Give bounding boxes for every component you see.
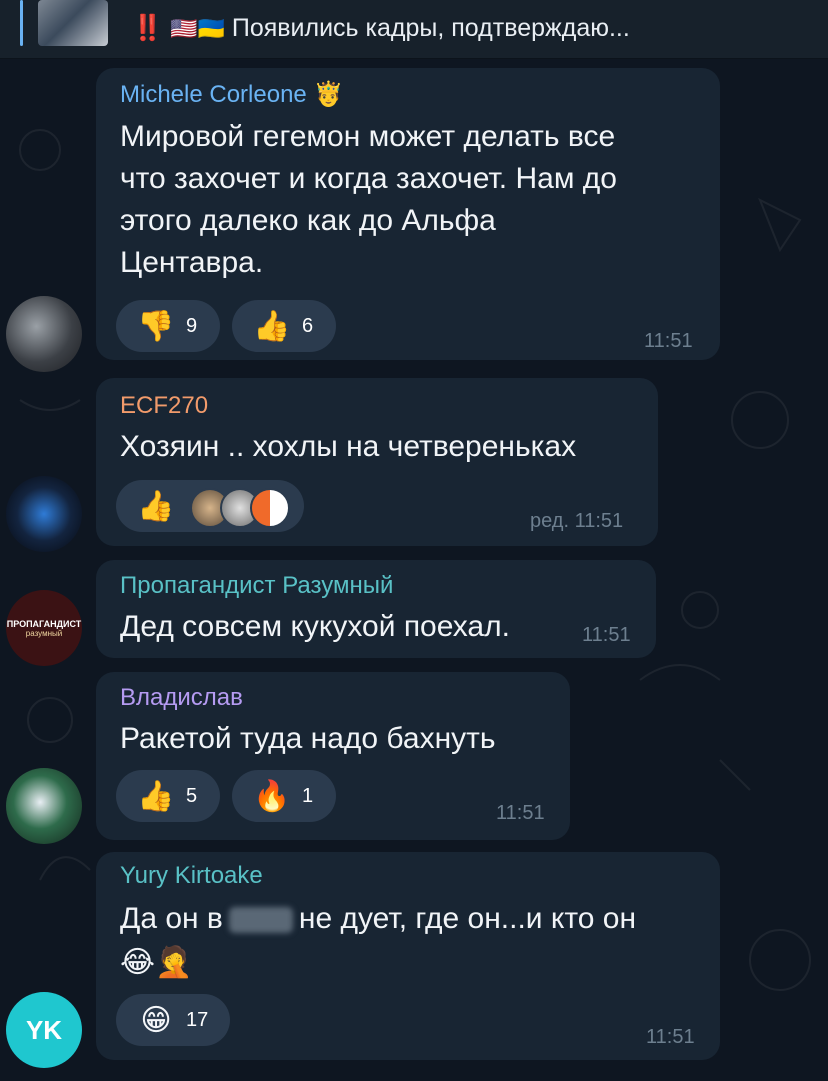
message-text: Хозяин .. хохлы на четвереньках <box>120 430 577 463</box>
reaction-count: 9 <box>186 314 198 337</box>
avatar[interactable] <box>6 476 82 552</box>
avatar[interactable]: YK <box>6 992 82 1068</box>
thumbs-up-icon: 👍 <box>137 489 175 523</box>
reaction-fire[interactable]: 🔥 1 <box>232 770 336 822</box>
message-text: Мировой гегемон может делать все что зах… <box>120 120 617 279</box>
prince-icon: 🤴 <box>313 81 344 108</box>
message-bubble[interactable]: Michele Corleone 🤴 Мировой гегемон может… <box>96 68 720 360</box>
message-bubble[interactable]: Пропагандист Разумный Дед совсем кукухой… <box>96 560 656 658</box>
reaction-thumbs-up[interactable]: 👍 <box>116 480 304 532</box>
message-time: ред. 11:51 <box>530 510 624 532</box>
double-exclamation-icon: ‼️ <box>132 14 164 42</box>
pinned-text: Появились кадры, подтверждаю... <box>231 14 630 42</box>
avatar-title: ПРОПАГАНДИСТ <box>6 618 82 629</box>
message-author[interactable]: Пропагандист Разумный <box>120 572 393 600</box>
message-time: 11:51 <box>646 1026 695 1048</box>
message-text: Ракетой туда надо бахнуть <box>120 722 496 755</box>
message-emoji: 😂🤦 <box>120 946 193 979</box>
message-time: 11:51 <box>496 802 545 824</box>
avatar[interactable] <box>6 768 82 844</box>
reaction-grin[interactable]: 😁 17 <box>116 994 230 1046</box>
message-author[interactable]: Владислав <box>120 684 243 712</box>
message-time: 11:51 <box>644 330 693 352</box>
reaction-thumbs-up[interactable]: 👍 6 <box>232 300 336 352</box>
reaction-count: 1 <box>302 784 314 807</box>
pinned-indicator <box>20 0 23 46</box>
grinning-face-icon: 😁 <box>140 1003 172 1037</box>
fire-icon: 🔥 <box>253 779 291 813</box>
avatar[interactable]: ПРОПАГАНДИСТ разумный <box>6 590 82 666</box>
reaction-count: 5 <box>186 784 198 807</box>
reaction-count: 17 <box>186 1008 209 1031</box>
reactor-avatar <box>250 488 290 528</box>
message-author[interactable]: Michele Corleone 🤴 <box>120 80 343 109</box>
message-time: 11:51 <box>582 624 631 646</box>
pinned-message-text: ‼️ 🇺🇸🇺🇦 Появились кадры, подтверждаю... <box>132 14 630 43</box>
message-text: Дед совсем кукухой поехал. <box>120 610 510 643</box>
message-bubble[interactable]: Yury Kirtoake Да он в не дует, где он...и… <box>96 852 720 1060</box>
message-bubble[interactable]: ECF270 Хозяин .. хохлы на четвереньках 👍… <box>96 378 658 546</box>
message-bubble[interactable]: Владислав Ракетой туда надо бахнуть 👍 5 … <box>96 672 570 840</box>
message-text: Да он в не дует, где он...и кто он <box>120 902 637 935</box>
censored-word <box>228 907 293 934</box>
thumbs-up-icon: 👍 <box>253 309 291 343</box>
reaction-count: 6 <box>302 314 314 337</box>
flags-icon: 🇺🇸🇺🇦 <box>170 16 225 41</box>
pinned-thumbnail <box>38 0 108 46</box>
message-author[interactable]: ECF270 <box>120 392 208 420</box>
avatar-subtitle: разумный <box>25 628 63 638</box>
reaction-thumbs-down[interactable]: 👎 9 <box>116 300 220 352</box>
reaction-thumbs-up[interactable]: 👍 5 <box>116 770 220 822</box>
message-author[interactable]: Yury Kirtoake <box>120 862 263 890</box>
avatar[interactable] <box>6 296 82 372</box>
thumbs-down-icon: 👎 <box>137 309 175 343</box>
pinned-message-bar[interactable]: ‼️ 🇺🇸🇺🇦 Появились кадры, подтверждаю... <box>0 0 828 59</box>
thumbs-up-icon: 👍 <box>137 779 175 813</box>
avatar-initials: YK <box>25 1014 63 1045</box>
